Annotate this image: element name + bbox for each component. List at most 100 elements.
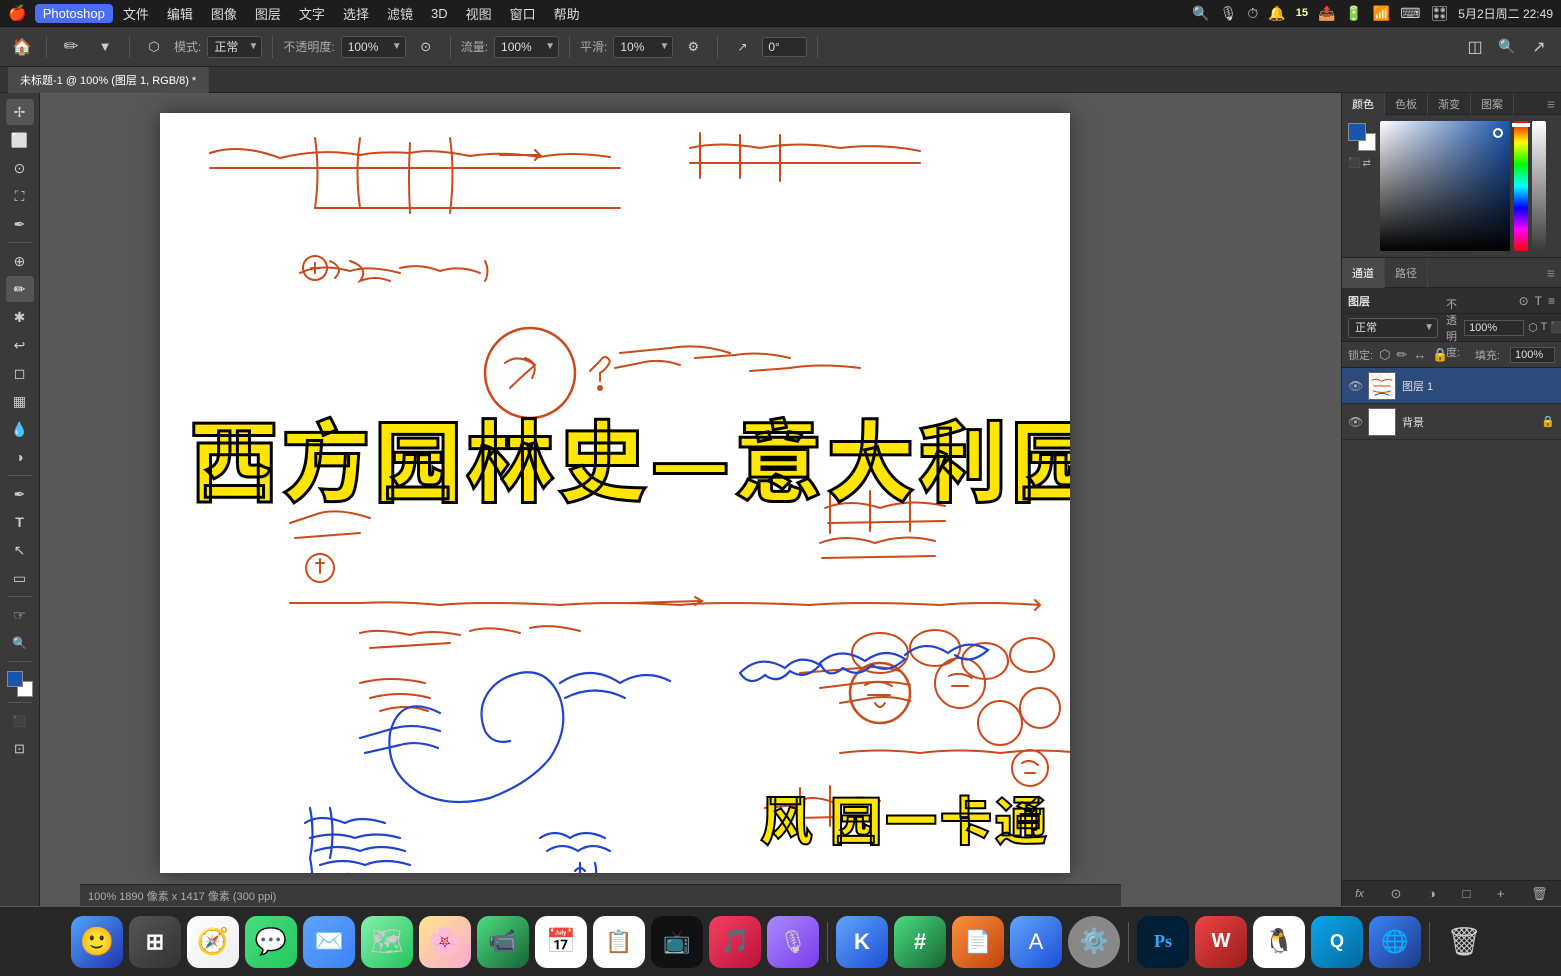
layers-icon[interactable]: ◫ (1461, 33, 1489, 61)
dock-appletv[interactable]: 📺 (651, 916, 703, 968)
lock-pixels-icon[interactable]: ⬡ (1379, 347, 1390, 363)
dock-trash[interactable]: 🗑 (1438, 916, 1490, 968)
color-panel-menu[interactable]: ≡ (1541, 93, 1561, 114)
color-swatch[interactable] (7, 671, 33, 697)
smooth-select[interactable]: 10% (613, 36, 673, 58)
tool-eyedropper[interactable]: ✒ (6, 211, 34, 237)
tool-gradient[interactable]: ▦ (6, 388, 34, 414)
menu-filter[interactable]: 滤镜 (379, 2, 421, 25)
search-btn[interactable]: 🔍 (1493, 33, 1521, 61)
tool-path-select[interactable]: ↖ (6, 537, 34, 563)
tool-quick-mask[interactable]: ⬛ (6, 708, 34, 734)
screenshare-icon[interactable]: 📤 (1318, 5, 1335, 22)
dock-photos[interactable]: 🌸 (419, 916, 471, 968)
menu-select[interactable]: 选择 (335, 2, 377, 25)
tool-spot-heal[interactable]: ⊕ (6, 248, 34, 274)
mic-icon[interactable]: 🎙 (1220, 5, 1238, 22)
tool-type[interactable]: T (6, 509, 34, 535)
dock-reminders[interactable]: 📋 (593, 916, 645, 968)
flow-select-wrap[interactable]: 100% ▼ (494, 36, 559, 58)
menu-view[interactable]: 视图 (458, 2, 500, 25)
brush-settings-btn[interactable]: ▼ (91, 33, 119, 61)
dock-maps[interactable]: 🗺 (361, 916, 413, 968)
menu-file[interactable]: 文件 (115, 2, 157, 25)
dock-calendar[interactable]: 📅 (535, 916, 587, 968)
tab-gradient[interactable]: 渐变 (1428, 93, 1471, 115)
search-icon[interactable]: 🔍 (1192, 5, 1209, 22)
dock-launchpad[interactable]: ⊞ (129, 916, 181, 968)
delete-layer-btn[interactable]: 🗑 (1531, 886, 1548, 902)
menu-edit[interactable]: 编辑 (159, 2, 201, 25)
share-btn[interactable]: ↗ (1525, 33, 1553, 61)
layer-icon3[interactable]: ⬛ (1550, 321, 1561, 334)
tool-dodge[interactable]: ◑ (6, 444, 34, 470)
add-mask-btn[interactable]: ⊙ (1390, 886, 1401, 902)
lock-artboards-icon[interactable]: ↔ (1413, 347, 1426, 362)
layer-icon1[interactable]: ⬡ (1528, 321, 1538, 334)
tool-clone[interactable]: ✱ (6, 304, 34, 330)
dock-facetime[interactable]: 📹 (477, 916, 529, 968)
dock-wps[interactable]: W (1195, 916, 1247, 968)
fg-color-square[interactable] (1348, 123, 1366, 141)
layer-icon2[interactable]: T (1541, 321, 1548, 334)
add-adjustment-btn[interactable]: ◑ (1428, 886, 1436, 901)
dock-systemprefs[interactable]: ⚙️ (1068, 916, 1120, 968)
hue-bar[interactable] (1514, 121, 1528, 251)
layers-type-icon[interactable]: T (1535, 294, 1542, 308)
tab-channels[interactable]: 通道 (1342, 258, 1385, 288)
dock-iqiye[interactable]: Q (1311, 916, 1363, 968)
input-icon[interactable]: ⌨ (1400, 5, 1420, 22)
dock-mail[interactable]: ✉️ (303, 916, 355, 968)
dock-pages[interactable]: 📄 (952, 916, 1004, 968)
tab-pattern[interactable]: 图案 (1471, 93, 1514, 115)
dock-ps[interactable]: Ps (1137, 916, 1189, 968)
layer-blend-select[interactable]: 正常 (1348, 318, 1438, 338)
tool-hand[interactable]: ☞ (6, 602, 34, 628)
dock-podcasts[interactable]: 🎙 (767, 916, 819, 968)
opacity-select-wrap[interactable]: 100% ▼ (341, 36, 406, 58)
menu-help[interactable]: 帮助 (546, 2, 588, 25)
opacity-bar[interactable] (1532, 121, 1546, 251)
color-gradient-picker[interactable] (1380, 121, 1510, 251)
tool-brush[interactable]: ✏ (6, 276, 34, 302)
layers-menu-icon[interactable]: ≡ (1548, 294, 1555, 308)
menu-window[interactable]: 窗口 (502, 2, 544, 25)
smooth-settings-icon[interactable]: ⚙ (679, 33, 707, 61)
tool-eraser[interactable]: ◻ (6, 360, 34, 386)
menu-3d[interactable]: 3D (423, 4, 456, 23)
tool-screen-mode[interactable]: ⊡ (6, 736, 34, 762)
swap-colors-icon[interactable]: ⇄ (1362, 158, 1370, 169)
dock-wangwang[interactable]: 🐧 (1253, 916, 1305, 968)
add-group-btn[interactable]: □ (1462, 886, 1470, 901)
apple-menu[interactable]: 🍎 (8, 4, 27, 22)
dock-browser[interactable]: 🌐 (1369, 916, 1421, 968)
mode-select-wrap[interactable]: 正常 ▼ (207, 36, 262, 58)
angle-input[interactable] (762, 37, 807, 57)
fx-btn[interactable]: fx (1355, 888, 1364, 900)
dock-messages[interactable]: 💬 (245, 916, 297, 968)
angle-icon[interactable]: ↗ (728, 33, 756, 61)
notification-icon[interactable]: 🔔 (1268, 5, 1285, 22)
brush-tool-btn[interactable]: ✏ (57, 33, 85, 61)
dock-keynote[interactable]: K (836, 916, 888, 968)
dock-finder[interactable]: 🙂 (71, 916, 123, 968)
layer-blend-select-wrap[interactable]: 正常 ▼ (1348, 318, 1438, 338)
foreground-color-swatch[interactable] (7, 671, 23, 687)
tool-shape[interactable]: ▭ (6, 565, 34, 591)
wifi-icon[interactable]: 📶 (1373, 5, 1390, 22)
opacity-select[interactable]: 100% (341, 36, 406, 58)
dock-music[interactable]: 🎵 (709, 916, 761, 968)
opacity-input[interactable] (1464, 320, 1524, 336)
add-layer-btn[interactable]: + (1497, 886, 1505, 901)
battery-icon[interactable]: 🔋 (1345, 5, 1362, 22)
fg-bg-swatch-stack[interactable] (1348, 123, 1376, 151)
canvas-area[interactable]: 西方园林史—意大利园林 风 园一卡通 100% 1890 像素 x 1417 像… (40, 93, 1341, 906)
layer1-visibility-icon[interactable]: 👁 (1348, 379, 1362, 393)
tab-swatches[interactable]: 色板 (1385, 93, 1428, 115)
menu-image[interactable]: 图像 (203, 2, 245, 25)
tab-paths[interactable]: 路径 (1385, 258, 1428, 288)
channel-panel-menu[interactable]: ≡ (1541, 265, 1561, 281)
fill-input[interactable] (1510, 347, 1555, 363)
tab-color[interactable]: 颜色 (1342, 93, 1385, 115)
flow-select[interactable]: 100% (494, 36, 559, 58)
